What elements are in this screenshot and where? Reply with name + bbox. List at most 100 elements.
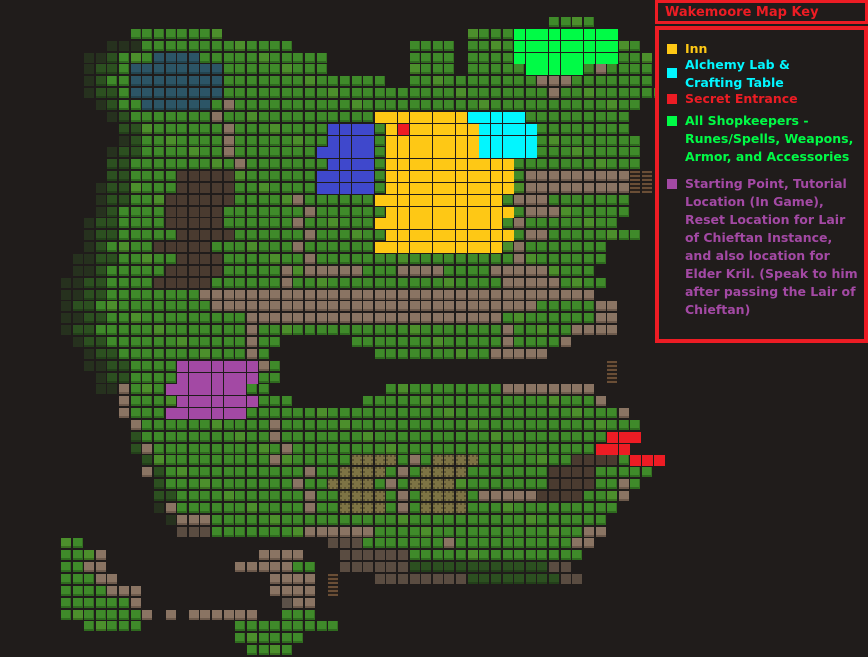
path-tile [305,207,315,217]
grass-tile [166,41,176,51]
grass-tile [363,218,373,228]
grass-tile [328,254,338,264]
water-tile [142,88,152,98]
grass-tile [247,515,257,525]
water-tile [212,88,222,98]
path-tile [352,301,362,311]
path-tile [503,491,513,501]
path-tile [584,171,594,181]
grass-tile [444,41,454,51]
grass-tile [444,337,454,347]
grass-tile [270,408,280,418]
grass-tile [282,408,292,418]
blue-building-tile [363,136,374,147]
inn-tile [503,230,514,241]
grass-tile [119,349,129,359]
starting-point-tile [212,373,223,384]
grass-tile [363,396,373,406]
shopkeepers-tile [572,53,583,64]
grass-tile [491,455,501,465]
grass-dim-tile [119,361,129,371]
dirt-tile [200,278,210,288]
grass-tile [596,159,606,169]
grass-tile [224,527,234,537]
grass-tile [247,159,257,169]
water-tile [212,76,222,86]
grass-tile [456,515,466,525]
grass-tile [514,337,524,347]
path-tile [503,337,513,347]
grass-tile [154,444,164,454]
grass-tile [456,527,466,537]
grass-faded-tile [61,290,71,300]
inn-tile [433,207,444,218]
path-tile [561,290,571,300]
path-tile [293,301,303,311]
grass-dim-tile [119,373,129,383]
grass-dim-tile [154,479,164,489]
grass-tile [340,76,350,86]
grass-tile [235,337,245,347]
grass-tile [282,76,292,86]
path-dim-tile [572,574,582,584]
grass-tile [270,266,280,276]
path-tile [317,290,327,300]
grass-tile [107,313,117,323]
grass-tile [596,278,606,288]
path-tile [282,290,292,300]
path-tile [96,562,106,572]
path-tile [549,88,559,98]
grass-tile [270,479,280,489]
grass-tile [282,53,292,63]
grass-tile [584,242,594,252]
grass-tile [270,491,280,501]
grass-tile [503,88,513,98]
grass-tile [410,76,420,86]
grass-tile [584,503,594,513]
grass-tile [282,491,292,501]
path-dim-tile [398,562,408,572]
grass-tile [200,41,210,51]
crops-tile [340,503,350,513]
grass-tile [317,88,327,98]
grass-tile [154,29,164,39]
grass-tile [212,479,222,489]
grass-dim-tile [73,301,83,311]
grass-tile [142,112,152,122]
water-tile [166,64,176,74]
grass-tile [224,254,234,264]
secret-entrance-tile [619,444,630,455]
grass-tile [224,337,234,347]
grass-tile [514,396,524,406]
grass-tile [386,396,396,406]
grass-tile [526,242,536,252]
grass-tile [386,491,396,501]
grass-tile [375,278,385,288]
water-tile [166,88,176,98]
inn-tile [386,159,397,170]
grass-tile [247,207,257,217]
grass-tile [514,467,524,477]
grass-tile [131,100,141,110]
shopkeepers-tile [549,64,560,75]
dirt-tile [200,242,210,252]
grass-tile [142,313,152,323]
grass-tile [363,207,373,217]
path-tile [363,313,373,323]
path-tile [561,337,571,347]
path-tile [305,266,315,276]
grass-tile [503,503,513,513]
grass-tile [131,301,141,311]
inn-tile [398,207,409,218]
grass-tile [607,503,617,513]
inn-tile [456,112,467,123]
starting-point-tile [235,361,246,372]
grass-tile [561,17,571,27]
inn-tile [468,124,479,135]
grass-tile [131,373,141,383]
grass-tile [235,183,245,193]
dirt-tile [177,230,187,240]
grass-tile [212,278,222,288]
path-tile [340,290,350,300]
path-tile [363,290,373,300]
